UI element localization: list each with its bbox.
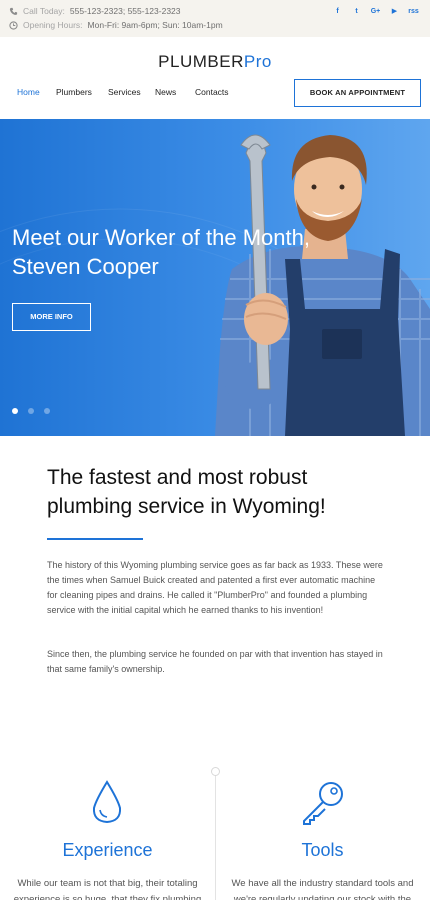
nav-plumbers[interactable]: Plumbers bbox=[56, 87, 108, 97]
slide-dot-2[interactable] bbox=[28, 408, 34, 414]
intro-heading: The fastest and most robust plumbing ser… bbox=[47, 466, 326, 518]
social-links: f t G+ ▶ rss bbox=[328, 6, 423, 18]
google-plus-icon[interactable]: G+ bbox=[366, 6, 385, 18]
call-label: Call Today: bbox=[23, 6, 65, 16]
clock-icon bbox=[9, 20, 18, 30]
slider-dots bbox=[12, 408, 50, 414]
feature-text-experience: While our team is not that big, their to… bbox=[13, 878, 202, 900]
book-appointment-button[interactable]: BOOK AN APPOINTMENT bbox=[294, 79, 421, 107]
phone-icon bbox=[9, 7, 18, 16]
logo-text-primary: PLUMBER bbox=[158, 52, 244, 71]
rss-icon[interactable]: rss bbox=[404, 6, 423, 18]
divider-dot bbox=[211, 767, 220, 776]
youtube-icon[interactable]: ▶ bbox=[385, 6, 404, 18]
main-nav: Home Plumbers Services News Contacts bbox=[17, 87, 245, 97]
hero-title: Meet our Worker of the Month, Steven Coo… bbox=[12, 225, 310, 279]
hours-info: Opening Hours: Mon-Fri: 9am-6pm; Sun: 10… bbox=[9, 20, 223, 30]
more-info-button[interactable]: MORE INFO bbox=[12, 303, 91, 331]
nav-services[interactable]: Services bbox=[108, 87, 155, 97]
intro-paragraph-1: The history of this Wyoming plumbing ser… bbox=[47, 560, 383, 615]
feature-title-experience: Experience bbox=[62, 840, 153, 860]
top-info-bar: Call Today: 555-123-2323; 555-123-2323 O… bbox=[0, 0, 430, 37]
feature-title-tools: Tools bbox=[301, 840, 344, 860]
hours-value: Mon-Fri: 9am-6pm; Sun: 10am-1pm bbox=[87, 20, 223, 30]
nav-contacts[interactable]: Contacts bbox=[195, 87, 245, 97]
slide-dot-1[interactable] bbox=[12, 408, 18, 414]
intro-paragraph-2: Since then, the plumbing service he foun… bbox=[47, 649, 383, 674]
twitter-icon[interactable]: t bbox=[347, 6, 366, 18]
key-icon bbox=[300, 780, 346, 831]
call-info: Call Today: 555-123-2323; 555-123-2323 bbox=[9, 6, 181, 16]
slide-dot-3[interactable] bbox=[44, 408, 50, 414]
water-drop-icon bbox=[90, 780, 124, 829]
phone-numbers[interactable]: 555-123-2323; 555-123-2323 bbox=[70, 6, 181, 16]
hero-slider: Meet our Worker of the Month, Steven Coo… bbox=[0, 119, 430, 436]
heading-underline bbox=[47, 538, 143, 540]
hours-label: Opening Hours: bbox=[23, 20, 83, 30]
nav-home[interactable]: Home bbox=[17, 87, 56, 97]
site-logo[interactable]: PLUMBERPro bbox=[0, 52, 430, 72]
feature-text-tools: We have all the industry standard tools … bbox=[231, 878, 414, 900]
facebook-icon[interactable]: f bbox=[328, 6, 347, 18]
logo-text-accent: Pro bbox=[243, 52, 272, 71]
nav-news[interactable]: News bbox=[155, 87, 195, 97]
